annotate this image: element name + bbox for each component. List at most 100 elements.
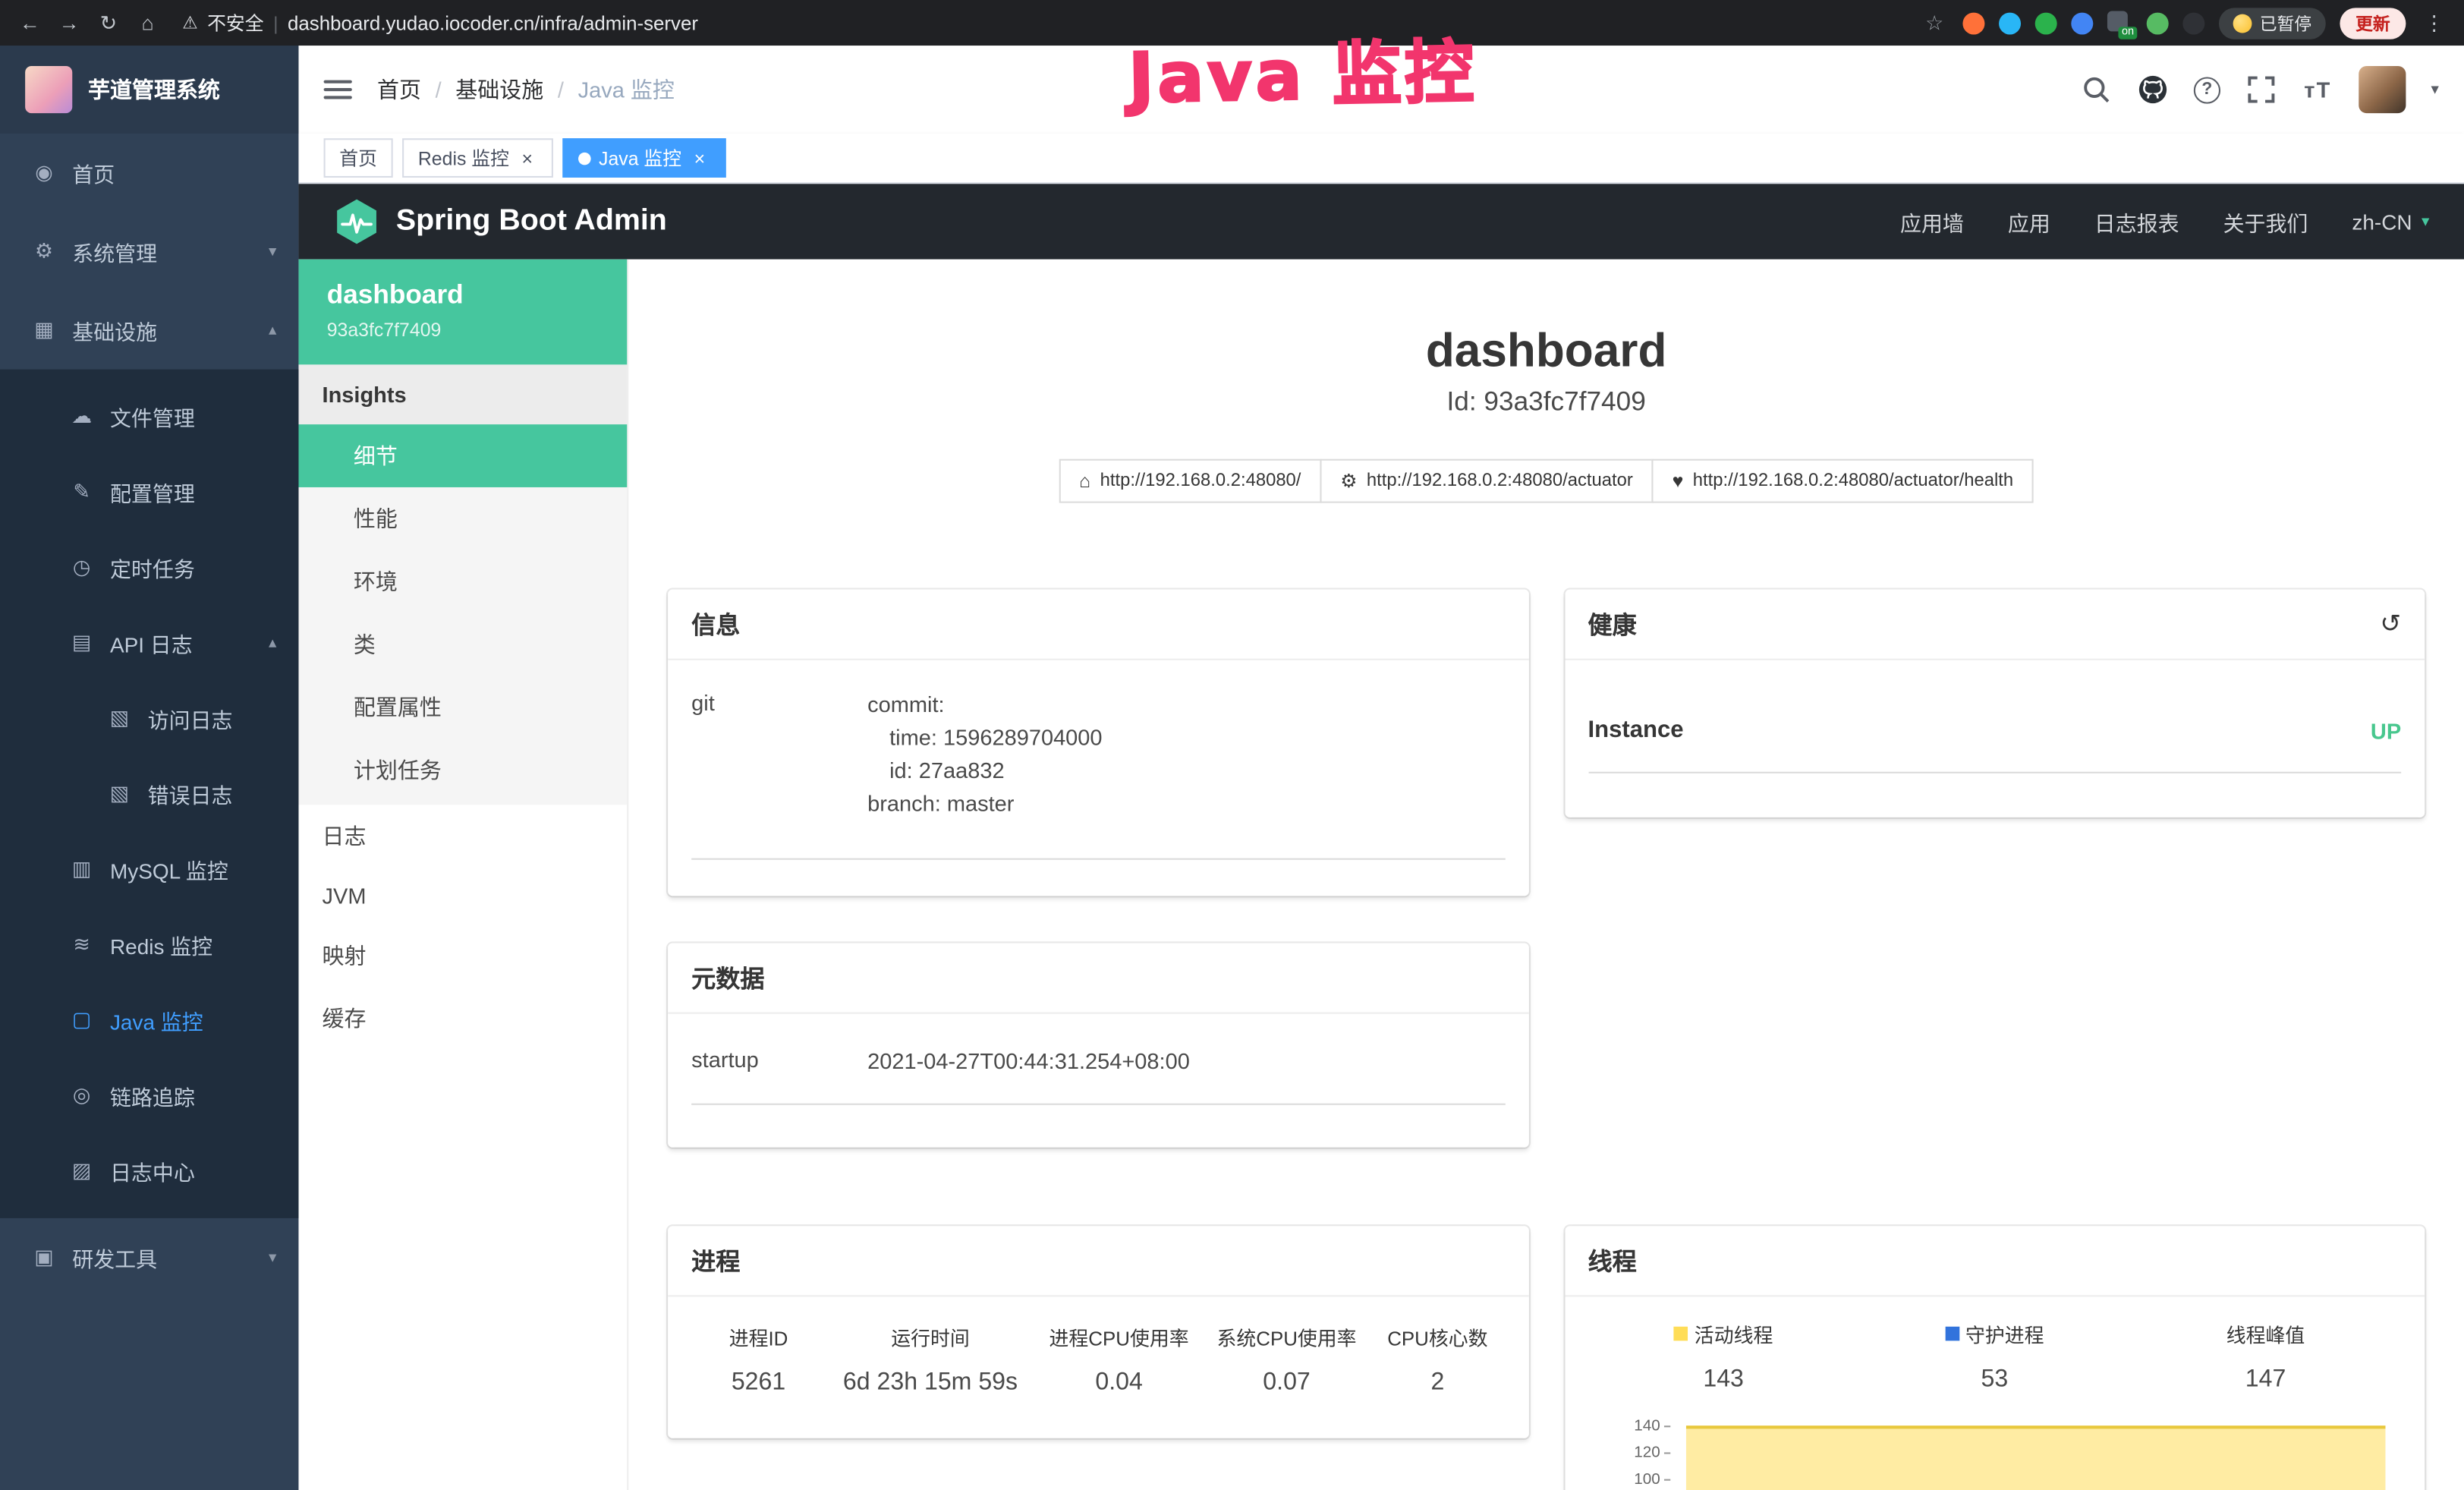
- app-sidebar: 芋道管理系统 ◉ 首页 ⚙ 系统管理 ▾ ▦ 基础设施 ▴ ☁ 文件管理: [0, 46, 298, 1490]
- chevron-up-icon: ▴: [269, 321, 276, 339]
- extension-icon-orange[interactable]: [1962, 12, 1984, 34]
- search-icon[interactable]: [2081, 74, 2112, 105]
- close-icon[interactable]: ×: [517, 149, 537, 168]
- sidebar-item-mysql-monitor[interactable]: ▥ MySQL 监控: [0, 831, 298, 906]
- sba-locale-select[interactable]: zh-CN ▾: [2352, 209, 2429, 233]
- sba-nav-about[interactable]: 关于我们: [2223, 206, 2308, 237]
- sba-item-performance[interactable]: 性能: [298, 487, 627, 550]
- breadcrumb-infra[interactable]: 基础设施: [455, 74, 543, 105]
- database-icon: ▥: [69, 857, 94, 882]
- sidebar-item-error-log[interactable]: ▧ 错误日志: [0, 756, 298, 831]
- health-instance-row[interactable]: Instance UP: [1588, 679, 2402, 773]
- hamburger-icon[interactable]: [324, 80, 352, 99]
- update-button[interactable]: 更新: [2340, 7, 2406, 38]
- sidebar-item-api-log[interactable]: ▤ API 日志 ▴: [0, 605, 298, 680]
- address-bar[interactable]: ⚠ 不安全 | dashboard.yudao.iocoder.cn/infra…: [182, 9, 698, 36]
- legend-label: 线程峰值: [2226, 1318, 2305, 1348]
- sidebar-item-redis-monitor[interactable]: ≋ Redis 监控: [0, 907, 298, 982]
- sba-item-environment[interactable]: 环境: [298, 550, 627, 613]
- sidebar-item-home[interactable]: ◉ 首页: [0, 134, 298, 213]
- git-id-line: id: 27aa832: [867, 754, 1102, 787]
- sidebar-item-system[interactable]: ⚙ 系统管理 ▾: [0, 213, 298, 291]
- github-icon[interactable]: [2137, 74, 2168, 105]
- history-icon[interactable]: ↺: [2380, 608, 2401, 639]
- sba-nav-journal[interactable]: 日志报表: [2094, 206, 2179, 237]
- close-icon[interactable]: ×: [689, 149, 710, 168]
- tab-java-monitor[interactable]: Java 监控 ×: [562, 138, 725, 178]
- forward-icon[interactable]: →: [55, 11, 83, 34]
- infra-icon: ▦: [31, 317, 56, 342]
- chevron-down-icon: ▾: [269, 243, 276, 260]
- back-icon[interactable]: ←: [16, 11, 44, 34]
- sidebar-item-dev-tools[interactable]: ▣ 研发工具 ▾: [0, 1218, 298, 1297]
- left-column: 信息 git commit: time: 1596289704000 id: 2…: [668, 590, 1528, 1490]
- process-col-cpu: 进程CPU使用率 0.04: [1035, 1322, 1203, 1397]
- legend-value: 53: [1859, 1366, 2130, 1394]
- card-title: 信息: [691, 606, 740, 641]
- sidebar-item-log-center[interactable]: ▨ 日志中心: [0, 1133, 298, 1208]
- sba-item-jvm[interactable]: JVM: [298, 868, 627, 925]
- extension-icon-leaf[interactable]: [2147, 12, 2169, 34]
- app-logo[interactable]: 芋道管理系统: [0, 46, 298, 134]
- browser-menu-icon[interactable]: ⋮: [2420, 10, 2448, 35]
- security-label: 不安全: [207, 9, 264, 36]
- cards-grid: 信息 git commit: time: 1596289704000 id: 2…: [668, 590, 2425, 1490]
- health-link[interactable]: ♥ http://192.168.0.2:48080/actuator/heal…: [1652, 459, 2034, 503]
- actuator-link[interactable]: ⚙ http://192.168.0.2:48080/actuator: [1320, 459, 1653, 503]
- git-branch-line: branch: master: [867, 787, 1102, 820]
- threads-legend: 活动线程 143 守护进程: [1588, 1309, 2402, 1394]
- sba-item-details[interactable]: 细节: [298, 424, 627, 487]
- legend-value: 147: [2130, 1366, 2401, 1394]
- sidebar-item-java-monitor[interactable]: ▢ Java 监控: [0, 982, 298, 1057]
- sidebar-item-config-manage[interactable]: ✎ 配置管理: [0, 454, 298, 529]
- sidebar-item-label: 日志中心: [110, 1155, 195, 1186]
- extension-icon-switch[interactable]: on: [2107, 10, 2132, 35]
- sidebar-item-scheduled-job[interactable]: ◷ 定时任务: [0, 530, 298, 605]
- bookmark-star-icon[interactable]: ☆: [1921, 10, 1949, 35]
- extension-icon-drop[interactable]: [1999, 12, 2021, 34]
- sba-brand[interactable]: Spring Boot Admin: [333, 198, 667, 245]
- sidebar-item-file-manage[interactable]: ☁ 文件管理: [0, 379, 298, 454]
- col-header: 系统CPU使用率: [1203, 1322, 1370, 1352]
- paused-badge[interactable]: 已暂停: [2219, 7, 2326, 38]
- tab-redis-monitor[interactable]: Redis 监控 ×: [402, 138, 553, 178]
- extension-icon-grid[interactable]: [2071, 12, 2093, 34]
- tags-view: 首页 Redis 监控 × Java 监控 ×: [298, 134, 2464, 184]
- help-icon[interactable]: ?: [2194, 76, 2220, 102]
- instance-name: dashboard: [327, 280, 599, 311]
- process-col-pid: 进程ID 5261: [691, 1322, 826, 1397]
- sba-nav-applications[interactable]: 应用: [2008, 206, 2050, 237]
- url-text[interactable]: dashboard.yudao.iocoder.cn/infra/admin-s…: [288, 12, 698, 34]
- reload-icon[interactable]: ↻: [94, 10, 122, 35]
- font-size-icon[interactable]: тT: [2302, 74, 2333, 105]
- extension-icon-dark[interactable]: [2182, 12, 2204, 34]
- caret-down-icon[interactable]: ▾: [2431, 81, 2438, 99]
- sidebar-item-label: MySQL 监控: [110, 853, 228, 884]
- sba-item-scheduled-tasks[interactable]: 计划任务: [298, 739, 627, 802]
- sba-item-logs[interactable]: 日志: [298, 805, 627, 868]
- avatar[interactable]: [2359, 66, 2406, 113]
- status-badge: UP: [2371, 717, 2401, 742]
- instance-home-link[interactable]: ⌂ http://192.168.0.2:48080/: [1059, 459, 1321, 503]
- sba-content: dashboard Id: 93a3fc7f7409 ⌂ http://192.…: [628, 260, 2464, 1490]
- browser-home-icon[interactable]: ⌂: [134, 11, 162, 34]
- sidebar-item-access-log[interactable]: ▧ 访问日志: [0, 681, 298, 756]
- health-instance-label: Instance: [1588, 717, 1684, 743]
- sidebar-item-infra[interactable]: ▦ 基础设施 ▴: [0, 291, 298, 370]
- sba-item-caches[interactable]: 缓存: [298, 987, 627, 1050]
- fullscreen-icon[interactable]: [2245, 74, 2277, 105]
- tab-home[interactable]: 首页: [324, 138, 393, 178]
- sba-sidebar: dashboard 93a3fc7f7409 Insights 细节 性能 环境…: [298, 260, 628, 1490]
- card-title: 进程: [691, 1243, 740, 1278]
- sidebar-item-tracing[interactable]: ◎ 链路追踪: [0, 1058, 298, 1133]
- breadcrumb-home[interactable]: 首页: [377, 74, 421, 105]
- extension-icon-green[interactable]: [2035, 12, 2057, 34]
- sba-item-mappings[interactable]: 映射: [298, 925, 627, 988]
- instance-header[interactable]: dashboard 93a3fc7f7409: [298, 260, 627, 365]
- sba-item-classes[interactable]: 类: [298, 613, 627, 676]
- sba-nav-wallboard[interactable]: 应用墙: [1900, 206, 1964, 237]
- sba-item-config-props[interactable]: 配置属性: [298, 676, 627, 739]
- info-value: commit: time: 1596289704000 id: 27aa832 …: [867, 688, 1102, 821]
- gear-icon: ⚙: [31, 239, 56, 264]
- col-value: 0.04: [1035, 1369, 1203, 1397]
